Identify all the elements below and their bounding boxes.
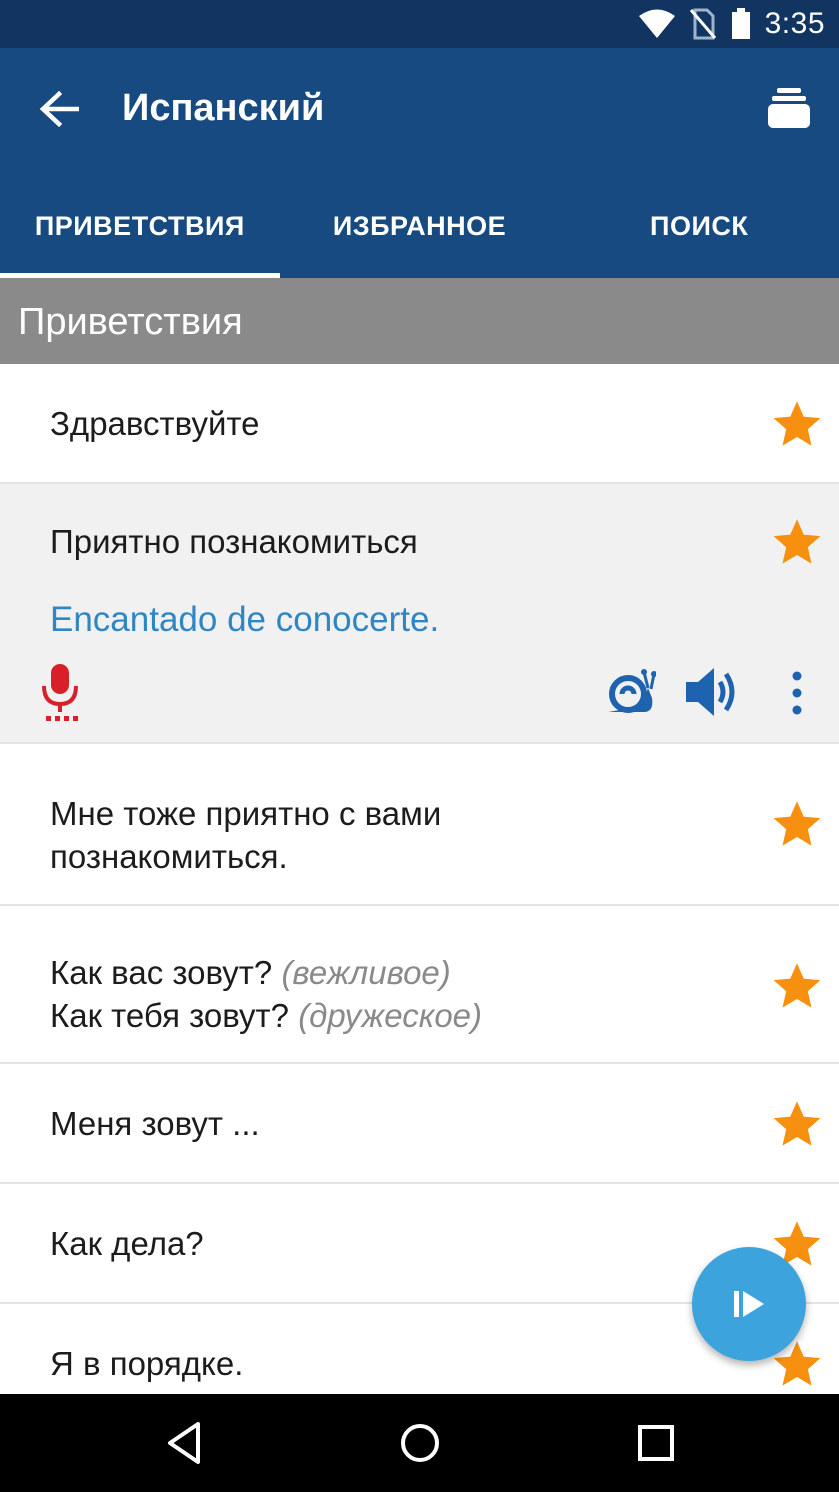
slow-audio-snail-icon[interactable] xyxy=(604,668,656,716)
app-bar: Испанский ПРИВЕТСТВИЯ ИЗБРАННОЕ ПОИСК xyxy=(0,48,839,278)
speaker-icon[interactable] xyxy=(684,664,742,720)
phrase-hint: (вежливое) xyxy=(281,954,451,991)
phrase-row[interactable]: Как вас зовут? (вежливое) Как тебя зовут… xyxy=(0,906,839,1064)
system-nav-bar xyxy=(0,1394,839,1492)
phrase-row[interactable]: Здравствуйте xyxy=(0,364,839,484)
phrase-text: Мне тоже приятно с вами познакомиться. xyxy=(50,792,441,878)
phrase-line: Как вас зовут? xyxy=(50,954,273,991)
status-bar: 3:35 xyxy=(0,0,839,48)
favorite-star-icon[interactable] xyxy=(771,1098,823,1150)
favorite-star-icon[interactable] xyxy=(771,516,823,568)
page-title: Испанский xyxy=(122,87,325,129)
phrase-row[interactable]: Мне тоже приятно с вами познакомиться. xyxy=(0,744,839,906)
phrase-list[interactable]: Здравствуйте Приятно познакомиться Encan… xyxy=(0,364,839,1394)
favorite-star-icon[interactable] xyxy=(771,398,823,450)
phrase-row[interactable]: Меня зовут ... xyxy=(0,1064,839,1184)
status-time: 3:35 xyxy=(764,7,825,40)
phrase-line: познакомиться. xyxy=(50,838,288,875)
phrase-line: Как тебя зовут? xyxy=(50,997,290,1034)
phrase-text: Как дела? xyxy=(50,1225,204,1262)
nav-recents-icon[interactable] xyxy=(631,1418,681,1468)
phrase-hint: (дружеское) xyxy=(298,997,483,1034)
translation-text: Encantado de conocerte. xyxy=(50,600,440,639)
phrase-text: Как вас зовут? (вежливое) Как тебя зовут… xyxy=(50,951,482,1037)
play-all-button[interactable] xyxy=(692,1247,806,1361)
tab-bar: ПРИВЕТСТВИЯ ИЗБРАННОЕ ПОИСК xyxy=(0,174,839,278)
section-header: Приветствия xyxy=(0,278,839,364)
microphone-icon[interactable] xyxy=(38,662,82,722)
nav-back-icon[interactable] xyxy=(160,1418,210,1468)
favorite-star-icon[interactable] xyxy=(771,798,823,850)
phrase-text: Здравствуйте xyxy=(50,405,260,442)
wifi-icon xyxy=(638,9,675,38)
favorite-star-icon[interactable] xyxy=(771,960,823,1012)
tab-greetings[interactable]: ПРИВЕТСТВИЯ xyxy=(0,174,280,278)
flashcards-button[interactable] xyxy=(763,82,815,134)
no-sim-icon xyxy=(689,8,716,40)
flashcards-icon xyxy=(768,88,810,128)
play-icon xyxy=(734,1291,764,1317)
phrase-text: Меня зовут ... xyxy=(50,1105,260,1142)
back-button[interactable] xyxy=(34,84,84,134)
phrase-text: Приятно познакомиться xyxy=(50,523,418,560)
nav-home-icon[interactable] xyxy=(395,1418,445,1468)
phrase-row-expanded[interactable]: Приятно познакомиться Encantado de conoc… xyxy=(0,484,839,744)
more-options-icon[interactable] xyxy=(784,668,810,718)
battery-icon xyxy=(731,8,750,39)
tab-favorites[interactable]: ИЗБРАННОЕ xyxy=(280,174,560,278)
arrow-left-icon xyxy=(39,91,79,127)
tab-search[interactable]: ПОИСК xyxy=(559,174,839,278)
phrase-text: Я в порядке. xyxy=(50,1345,244,1382)
phrase-line: Мне тоже приятно с вами xyxy=(50,795,442,832)
